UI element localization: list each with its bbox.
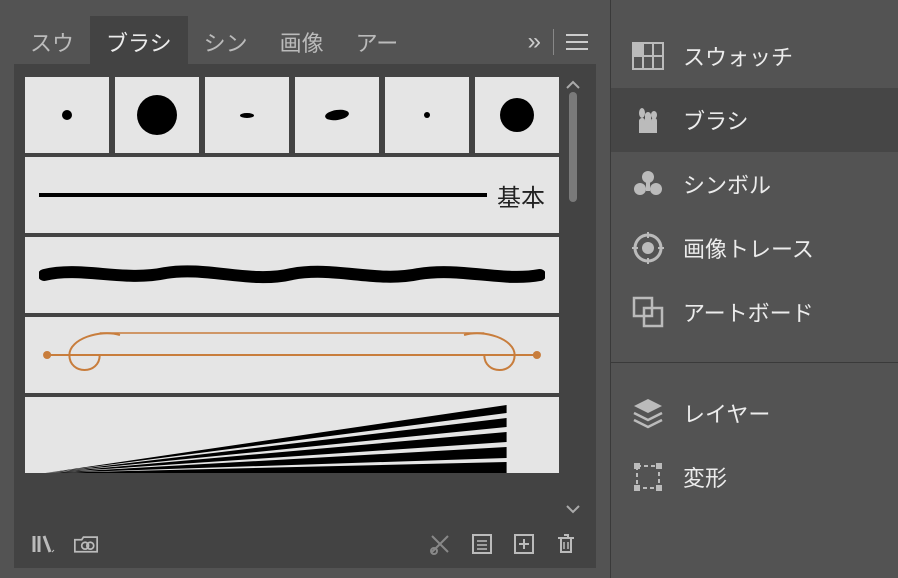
panel-brush: スウ ブラシ シン 画像 アー »: [0, 0, 610, 578]
transform-icon: [631, 460, 665, 494]
tab-symbol[interactable]: シン: [188, 16, 264, 68]
trash-icon[interactable]: [554, 532, 578, 556]
sidebar-label: 画像トレース: [683, 232, 814, 264]
sidebar-label: 変形: [683, 461, 727, 493]
sidebar-label: ブラシ: [683, 104, 749, 136]
brush-tip-6[interactable]: [474, 76, 560, 154]
sidebar-item-swatch[interactable]: スウォッチ: [611, 24, 898, 88]
sidebar-label: シンボル: [683, 168, 771, 200]
tab-swatch[interactable]: スウ: [14, 16, 90, 68]
divider: [553, 29, 554, 55]
new-icon[interactable]: [512, 532, 536, 556]
tab-bar: スウ ブラシ シン 画像 アー »: [14, 20, 596, 64]
brush-stroke-basic[interactable]: 基本: [24, 156, 560, 234]
cloud-folder-icon[interactable]: [74, 532, 98, 556]
sidebar-label: アートボード: [683, 296, 814, 328]
scroll-down-icon[interactable]: [565, 504, 581, 514]
sidebar-item-artboard[interactable]: アートボード: [611, 280, 898, 344]
tab-brush[interactable]: ブラシ: [90, 16, 188, 68]
cut-icon[interactable]: [428, 532, 452, 556]
scroll-thumb[interactable]: [569, 92, 577, 202]
panel-menu-icon[interactable]: [558, 34, 596, 50]
sidebar: スウォッチ ブラシ シンボル 画像トレース アートボード レイヤー: [610, 0, 898, 578]
divider: [611, 362, 898, 363]
sidebar-item-imagetrace[interactable]: 画像トレース: [611, 216, 898, 280]
sidebar-label: レイヤー: [683, 397, 770, 429]
brush-tip-1[interactable]: [24, 76, 110, 154]
sidebar-item-brush[interactable]: ブラシ: [611, 88, 898, 152]
artboard-icon: [631, 295, 665, 329]
swatch-icon: [631, 39, 665, 73]
sidebar-item-transform[interactable]: 変形: [611, 445, 898, 509]
brush-tip-5[interactable]: [384, 76, 470, 154]
tabs-more[interactable]: »: [520, 28, 549, 56]
brush-label-basic: 基本: [497, 178, 545, 213]
brush-stroke-charcoal[interactable]: [24, 236, 560, 314]
layer-icon: [631, 396, 665, 430]
panel-toolbar: [24, 522, 586, 562]
brush-stroke-speedlines[interactable]: [24, 396, 560, 474]
sidebar-item-layer[interactable]: レイヤー: [611, 381, 898, 445]
brush-icon: [631, 103, 665, 137]
brush-tip-3[interactable]: [204, 76, 290, 154]
library-icon[interactable]: [32, 532, 56, 556]
brush-stroke-ornament[interactable]: [24, 316, 560, 394]
image-trace-icon: [631, 231, 665, 265]
options-icon[interactable]: [470, 532, 494, 556]
sidebar-label: スウォッチ: [683, 40, 793, 72]
brush-tip-2[interactable]: [114, 76, 200, 154]
symbol-icon: [631, 167, 665, 201]
sidebar-item-symbol[interactable]: シンボル: [611, 152, 898, 216]
scrollbar[interactable]: [560, 154, 586, 522]
brush-tip-4[interactable]: [294, 76, 380, 154]
panel-body: 基本: [14, 64, 596, 568]
tab-image[interactable]: 画像: [264, 16, 340, 68]
tab-artboard[interactable]: アー: [340, 16, 415, 68]
